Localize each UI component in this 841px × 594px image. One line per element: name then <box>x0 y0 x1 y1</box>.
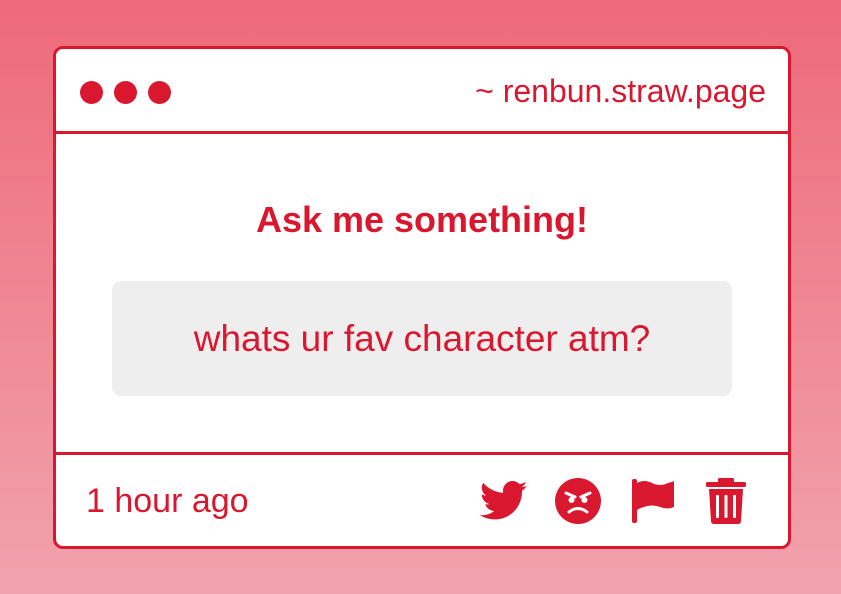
share-twitter-button[interactable] <box>480 477 528 525</box>
delete-button[interactable] <box>702 477 750 525</box>
window-dot-minimize[interactable] <box>114 81 137 104</box>
window-controls <box>80 81 171 104</box>
card-footer: 1 hour ago <box>56 452 788 546</box>
card-content: Ask me something! whats ur fav character… <box>56 134 788 452</box>
report-button[interactable] <box>628 477 676 525</box>
window-titlebar: ~ renbun.straw.page <box>56 49 788 134</box>
twitter-icon <box>480 481 528 520</box>
timestamp: 1 hour ago <box>86 482 249 520</box>
ask-card: ~ renbun.straw.page Ask me something! wh… <box>53 46 791 549</box>
question-box: whats ur fav character atm? <box>112 281 732 396</box>
angry-face-icon <box>555 478 601 524</box>
question-text: whats ur fav character atm? <box>193 317 651 359</box>
page-title: Ask me something! <box>255 199 589 240</box>
flag-icon <box>632 479 674 523</box>
block-button[interactable] <box>554 477 602 525</box>
window-dot-close[interactable] <box>80 81 103 104</box>
action-bar <box>480 477 750 525</box>
page-url: ~ renbun.straw.page <box>475 73 766 109</box>
trash-icon <box>706 478 746 524</box>
window-dot-maximize[interactable] <box>148 81 171 104</box>
